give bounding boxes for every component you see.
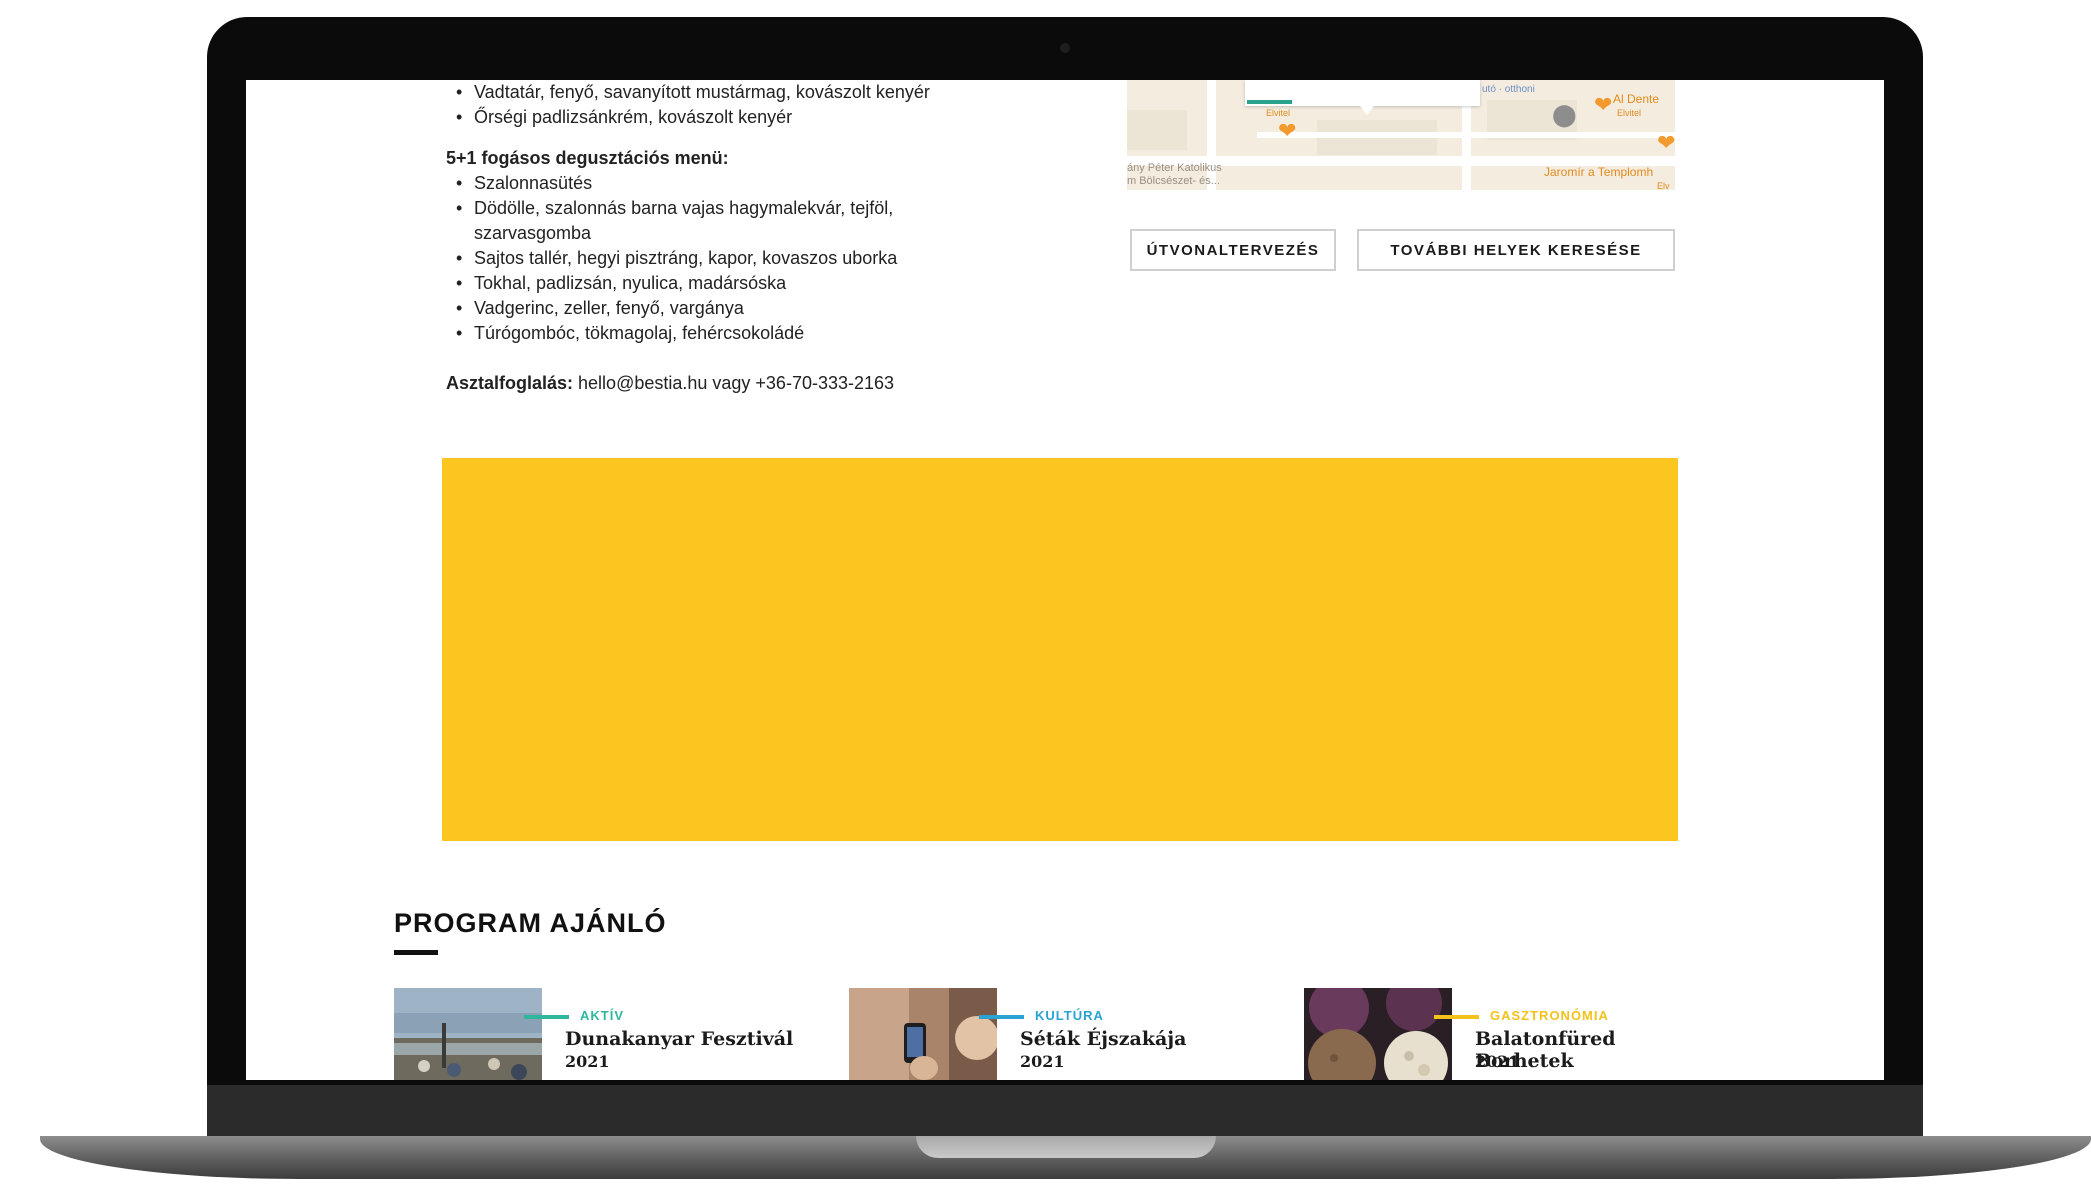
browser-viewport[interactable]: Vadtatár, fenyő, savanyított mustármag, … <box>246 80 1884 1080</box>
map-label-elvitel: Elv <box>1657 181 1670 190</box>
list-item: Túrógombóc, tökmagolaj, fehércsokoládé <box>456 321 1006 346</box>
card-thumbnail[interactable] <box>394 988 542 1080</box>
map-bubble-tip <box>1360 106 1374 115</box>
card-year: 2021 <box>1475 1052 1520 1071</box>
category-accent <box>979 1015 1024 1019</box>
card-title[interactable]: Séták Éjszakája <box>1020 1028 1260 1050</box>
location-pin-icon[interactable]: ⬤ <box>1552 104 1577 126</box>
list-item: Dödölle, szalonnás barna vajas hagymalek… <box>456 196 1006 246</box>
section-title: PROGRAM AJÁNLÓ <box>394 908 667 938</box>
category-accent <box>1434 1015 1479 1019</box>
booking-label: Asztalfoglalás: <box>446 373 574 393</box>
laptop-base-notch <box>916 1136 1216 1158</box>
card-year: 2021 <box>565 1052 610 1071</box>
tasting-menu-heading: 5+1 fogásos degusztációs menü: <box>446 148 729 168</box>
location-map[interactable]: Elvitel ❤ ⬤ ❤ Al Dente Elvitel ❤ utó · o… <box>1127 80 1675 190</box>
program-card[interactable]: AKTÍV Dunakanyar Fesztivál 2021 <box>394 988 814 1080</box>
card-thumbnail[interactable] <box>849 988 997 1080</box>
restaurant-pin-icon[interactable]: ❤ <box>1278 120 1296 142</box>
map-label-church: ány Péter Katolikus <box>1127 162 1222 174</box>
list-item: Vadtatár, fenyő, savanyított mustármag, … <box>456 80 1006 105</box>
card-year: 2021 <box>1020 1052 1065 1071</box>
booking-contact[interactable]: hello@bestia.hu vagy +36-70-333-2163 <box>573 373 894 393</box>
card-category[interactable]: AKTÍV <box>580 1008 624 1023</box>
tasting-menu-list: Szalonnasütés Dödölle, szalonnás barna v… <box>446 171 1006 346</box>
restaurant-pin-icon[interactable]: ❤ <box>1657 132 1675 154</box>
map-route-line <box>1247 100 1292 104</box>
restaurant-pin-icon[interactable]: ❤ <box>1594 94 1612 116</box>
map-label-church: m Bölcsészet- és... <box>1127 175 1220 187</box>
program-card[interactable]: GASZTRONÓMIA Balatonfüred Borhetek 2021 <box>1304 988 1724 1080</box>
find-more-places-button[interactable]: TOVÁBBI HELYEK KERESÉSE <box>1357 229 1675 271</box>
list-item: Sajtos tallér, hegyi pisztráng, kapor, k… <box>456 246 1006 271</box>
map-label-otthon: utó · otthoni <box>1482 84 1535 95</box>
previous-menu-list: Vadtatár, fenyő, savanyított mustármag, … <box>446 80 1006 130</box>
list-item: Szalonnasütés <box>456 171 1006 196</box>
list-item: Őrségi padlizsánkrém, kovászolt kenyér <box>456 105 1006 130</box>
booking-info: Asztalfoglalás: hello@bestia.hu vagy +36… <box>446 371 1006 396</box>
laptop-chin <box>207 1085 1923 1137</box>
card-thumbnail[interactable] <box>1304 988 1452 1080</box>
camera <box>1060 43 1070 53</box>
map-label-jaromir: Jaromír a Templomh <box>1544 165 1654 179</box>
list-item: Vadgerinc, zeller, fenyő, vargánya <box>456 296 1006 321</box>
section-title-underline <box>394 950 438 955</box>
map-label-elvitel: Elvitel <box>1617 108 1642 118</box>
program-card[interactable]: KULTÚRA Séták Éjszakája 2021 <box>849 988 1269 1080</box>
yellow-banner <box>442 458 1678 841</box>
menu-description: Vadtatár, fenyő, savanyított mustármag, … <box>446 80 1006 396</box>
red-pin-icon[interactable]: ● <box>1373 182 1380 190</box>
card-category[interactable]: KULTÚRA <box>1035 1008 1104 1023</box>
route-planning-button[interactable]: ÚTVONALTERVEZÉS <box>1130 229 1336 271</box>
map-road <box>1257 132 1675 138</box>
map-label-al-dente: Al Dente <box>1613 92 1660 106</box>
category-accent <box>524 1015 569 1019</box>
list-item: Tokhal, padlizsán, nyulica, madársóska <box>456 271 1006 296</box>
card-category[interactable]: GASZTRONÓMIA <box>1490 1008 1609 1023</box>
card-title[interactable]: Dunakanyar Fesztivál <box>565 1028 805 1050</box>
map-block <box>1127 110 1187 150</box>
